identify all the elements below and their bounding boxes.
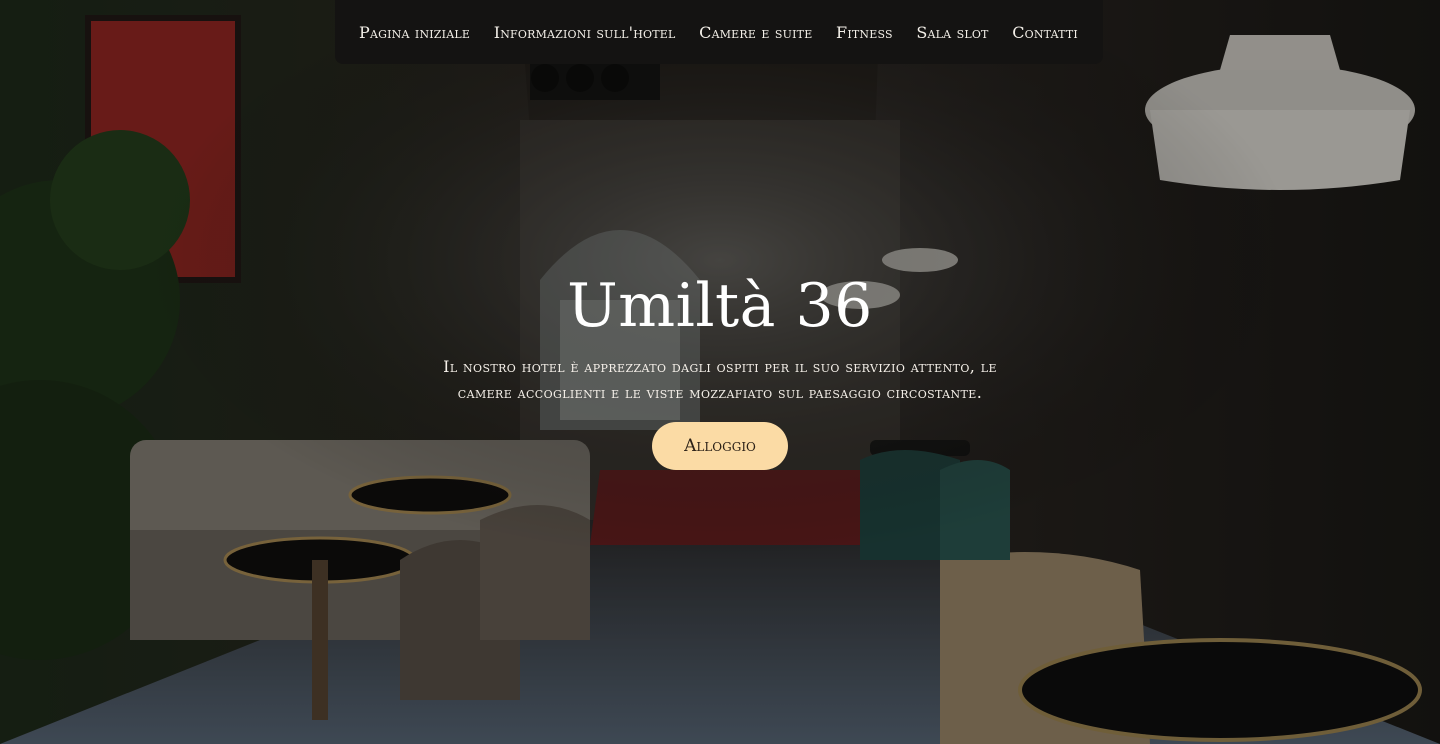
main-navigation: Pagina iniziale Informazioni sull'hotel … — [335, 0, 1103, 64]
nav-item-about-hotel[interactable]: Informazioni sull'hotel — [494, 23, 676, 42]
accommodation-button[interactable]: Alloggio — [652, 422, 788, 470]
nav-item-fitness[interactable]: Fitness — [836, 23, 893, 42]
nav-item-rooms-suites[interactable]: Camere e suite — [699, 23, 812, 42]
hero-title: Umiltà 36 — [567, 271, 873, 341]
hero-content: Umiltà 36 Il nostro hotel è apprezzato d… — [0, 270, 1440, 470]
hero-subtitle: Il nostro hotel è apprezzato dagli ospit… — [443, 357, 997, 402]
nav-item-slot-room[interactable]: Sala slot — [916, 23, 988, 42]
nav-item-home[interactable]: Pagina iniziale — [359, 23, 470, 42]
nav-item-contacts[interactable]: Contatti — [1012, 23, 1078, 42]
